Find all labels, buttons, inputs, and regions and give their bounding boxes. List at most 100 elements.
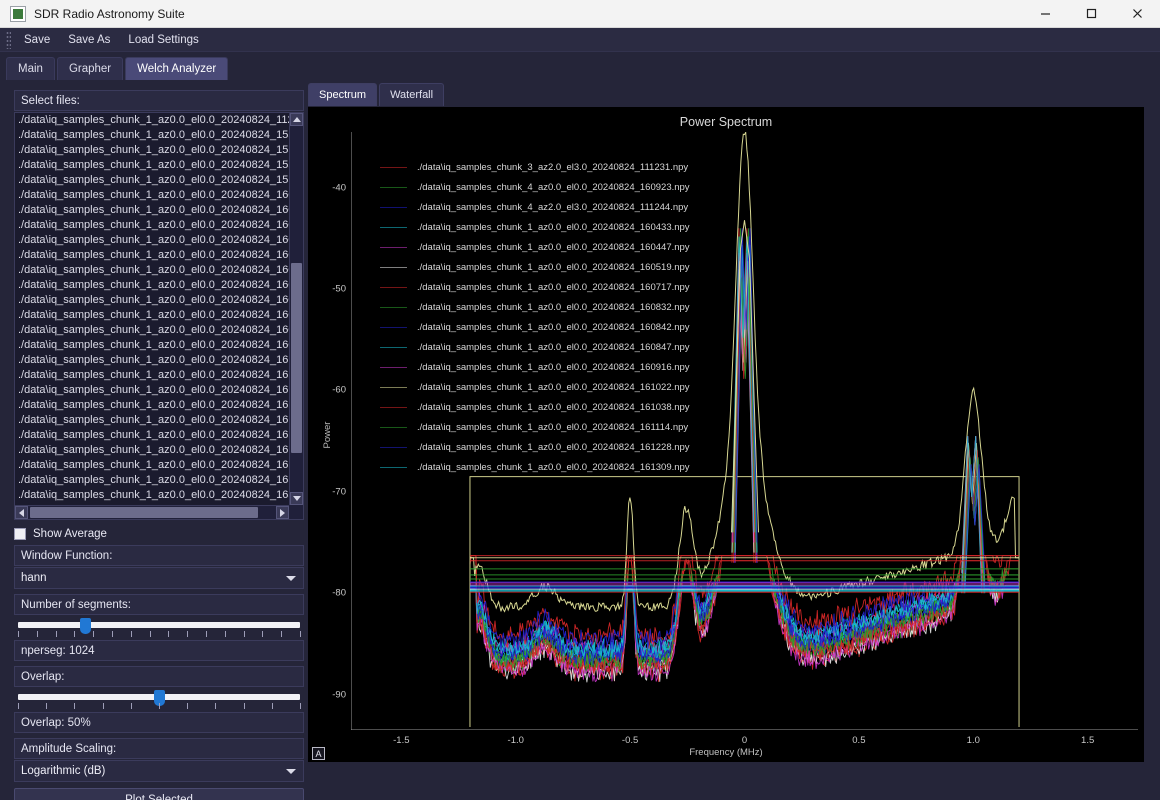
app-window: SDR Radio Astronomy Suite Save Save As L… <box>0 0 1160 800</box>
y-tick-label: -80 <box>332 587 346 599</box>
legend-label: ./data\iq_samples_chunk_4_az0.0_el0.0_20… <box>417 181 690 193</box>
file-list-item[interactable]: ./data\iq_samples_chunk_1_az0.0_el0.0_20… <box>15 188 289 203</box>
legend-color-swatch <box>380 366 407 368</box>
file-list-item[interactable]: ./data\iq_samples_chunk_1_az0.0_el0.0_20… <box>15 128 289 143</box>
vertical-scroll-thumb[interactable] <box>291 263 302 453</box>
x-tick-label: -1.0 <box>507 735 524 746</box>
legend-item: ./data\iq_samples_chunk_1_az0.0_el0.0_20… <box>380 437 690 457</box>
y-tick-label: -60 <box>332 384 346 396</box>
legend-color-swatch <box>380 306 407 308</box>
minimize-button[interactable] <box>1022 0 1068 28</box>
legend-label: ./data\iq_samples_chunk_1_az0.0_el0.0_20… <box>417 261 690 273</box>
legend-label: ./data\iq_samples_chunk_1_az0.0_el0.0_20… <box>417 441 690 453</box>
file-list-item[interactable]: ./data\iq_samples_chunk_1_az0.0_el0.0_20… <box>15 113 289 128</box>
file-list-item[interactable]: ./data\iq_samples_chunk_1_az0.0_el0.0_20… <box>15 158 289 173</box>
file-list-item[interactable]: ./data\iq_samples_chunk_1_az0.0_el0.0_20… <box>15 293 289 308</box>
legend-item: ./data\iq_samples_chunk_1_az0.0_el0.0_20… <box>380 257 690 277</box>
x-tick-label: -0.5 <box>621 735 639 746</box>
x-tick-label: 1.0 <box>966 735 980 746</box>
legend-label: ./data\iq_samples_chunk_1_az0.0_el0.0_20… <box>417 301 690 313</box>
file-list-item[interactable]: ./data\iq_samples_chunk_1_az0.0_el0.0_20… <box>15 443 289 458</box>
axis-indicator-badge[interactable]: A <box>312 747 325 760</box>
x-tick-label: 1.5 <box>1081 735 1095 746</box>
file-list-item[interactable]: ./data\iq_samples_chunk_1_az0.0_el0.0_20… <box>15 248 289 263</box>
legend-item: ./data\iq_samples_chunk_1_az0.0_el0.0_20… <box>380 377 690 397</box>
file-list-item[interactable]: ./data\iq_samples_chunk_1_az0.0_el0.0_20… <box>15 173 289 188</box>
drag-grip-icon[interactable] <box>6 30 11 49</box>
file-list-item[interactable]: ./data\iq_samples_chunk_1_az0.0_el0.0_20… <box>15 458 289 473</box>
file-list-item[interactable]: ./data\iq_samples_chunk_1_az0.0_el0.0_20… <box>15 143 289 158</box>
file-list-item[interactable]: ./data\iq_samples_chunk_1_az0.0_el0.0_20… <box>15 428 289 443</box>
power-spectrum-plot[interactable]: Power Spectrum Power Frequency (MHz) -40… <box>308 107 1144 762</box>
file-list-vertical-scrollbar[interactable] <box>289 113 303 505</box>
main-tab-strip: Main Grapher Welch Analyzer <box>0 52 1160 80</box>
legend-item: ./data\iq_samples_chunk_1_az0.0_el0.0_20… <box>380 277 690 297</box>
segments-slider-track[interactable] <box>18 618 300 634</box>
content-area: Select files: ./data\iq_samples_chunk_1_… <box>0 80 1160 800</box>
segments-slider[interactable] <box>14 618 304 640</box>
menu-item-save[interactable]: Save <box>15 31 59 49</box>
file-list-item[interactable]: ./data\iq_samples_chunk_1_az0.0_el0.0_20… <box>15 203 289 218</box>
scroll-right-icon[interactable] <box>276 506 289 519</box>
file-list-item[interactable]: ./data\iq_samples_chunk_1_az0.0_el0.0_20… <box>15 233 289 248</box>
show-average-checkbox-row[interactable]: Show Average <box>14 528 304 540</box>
scroll-down-icon[interactable] <box>290 492 303 505</box>
tab-main[interactable]: Main <box>6 57 55 80</box>
overlap-label: Overlap: <box>14 666 304 687</box>
scrollbar-corner <box>289 505 303 519</box>
file-list-item[interactable]: ./data\iq_samples_chunk_1_az0.0_el0.0_20… <box>15 278 289 293</box>
tab-waterfall[interactable]: Waterfall <box>379 83 445 106</box>
maximize-button[interactable] <box>1068 0 1114 28</box>
x-tick-label: 0 <box>741 735 748 746</box>
amplitude-scaling-label: Amplitude Scaling: <box>14 738 304 759</box>
file-list-item[interactable]: ./data\iq_samples_chunk_1_az0.0_el0.0_20… <box>15 473 289 488</box>
file-list-item[interactable]: ./data\iq_samples_chunk_1_az0.0_el0.0_20… <box>15 218 289 233</box>
close-button[interactable] <box>1114 0 1160 28</box>
window-function-select[interactable]: hann <box>14 567 304 589</box>
legend-color-swatch <box>380 186 407 188</box>
legend-item: ./data\iq_samples_chunk_4_az2.0_el3.0_20… <box>380 197 690 217</box>
file-list-item[interactable]: ./data\iq_samples_chunk_1_az0.0_el0.0_20… <box>15 353 289 368</box>
legend-item: ./data\iq_samples_chunk_1_az0.0_el0.0_20… <box>380 357 690 377</box>
plot-selected-button[interactable]: Plot Selected <box>14 788 304 800</box>
file-list-item[interactable]: ./data\iq_samples_chunk_1_az0.0_el0.0_20… <box>15 308 289 323</box>
legend-item: ./data\iq_samples_chunk_1_az0.0_el0.0_20… <box>380 237 690 257</box>
y-tick-label: -40 <box>332 182 346 194</box>
legend-label: ./data\iq_samples_chunk_1_az0.0_el0.0_20… <box>417 361 690 373</box>
scroll-up-icon[interactable] <box>290 113 303 126</box>
file-list-item[interactable]: ./data\iq_samples_chunk_1_az0.0_el0.0_20… <box>15 323 289 338</box>
chevron-down-icon <box>286 576 296 581</box>
file-list-item[interactable]: ./data\iq_samples_chunk_1_az0.0_el0.0_20… <box>15 413 289 428</box>
legend-color-swatch <box>380 346 407 348</box>
tab-welch-analyzer[interactable]: Welch Analyzer <box>125 57 229 80</box>
legend-label: ./data\iq_samples_chunk_1_az0.0_el0.0_20… <box>417 341 690 353</box>
plot-legend: ./data\iq_samples_chunk_3_az2.0_el3.0_20… <box>380 157 690 477</box>
legend-color-swatch <box>380 386 407 388</box>
horizontal-scroll-thumb[interactable] <box>30 507 258 518</box>
legend-label: ./data\iq_samples_chunk_3_az2.0_el3.0_20… <box>417 161 689 173</box>
amplitude-scaling-select[interactable]: Logarithmic (dB) <box>14 760 304 782</box>
menu-item-save-as[interactable]: Save As <box>59 31 119 49</box>
tab-grapher[interactable]: Grapher <box>56 57 124 80</box>
show-average-checkbox[interactable] <box>14 528 26 540</box>
file-list-item[interactable]: ./data\iq_samples_chunk_1_az0.0_el0.0_20… <box>15 338 289 353</box>
segments-slider-ticks <box>18 631 301 640</box>
file-list[interactable]: ./data\iq_samples_chunk_1_az0.0_el0.0_20… <box>14 112 304 520</box>
overlap-slider-track[interactable] <box>18 690 300 706</box>
legend-color-swatch <box>380 266 407 268</box>
scroll-left-icon[interactable] <box>15 506 28 519</box>
y-tick-label: -70 <box>332 486 346 498</box>
chart-tab-strip: Spectrum Waterfall <box>306 80 1146 106</box>
menu-item-load-settings[interactable]: Load Settings <box>119 31 207 49</box>
file-list-item[interactable]: ./data\iq_samples_chunk_1_az0.0_el0.0_20… <box>15 488 289 503</box>
file-list-horizontal-scrollbar[interactable] <box>15 505 289 519</box>
legend-color-swatch <box>380 426 407 428</box>
overlap-slider[interactable] <box>14 690 304 712</box>
window-function-label: Window Function: <box>14 545 304 566</box>
legend-item: ./data\iq_samples_chunk_1_az0.0_el0.0_20… <box>380 337 690 357</box>
file-list-item[interactable]: ./data\iq_samples_chunk_1_az0.0_el0.0_20… <box>15 383 289 398</box>
file-list-item[interactable]: ./data\iq_samples_chunk_1_az0.0_el0.0_20… <box>15 263 289 278</box>
tab-spectrum[interactable]: Spectrum <box>308 83 378 106</box>
file-list-item[interactable]: ./data\iq_samples_chunk_1_az0.0_el0.0_20… <box>15 398 289 413</box>
file-list-item[interactable]: ./data\iq_samples_chunk_1_az0.0_el0.0_20… <box>15 368 289 383</box>
